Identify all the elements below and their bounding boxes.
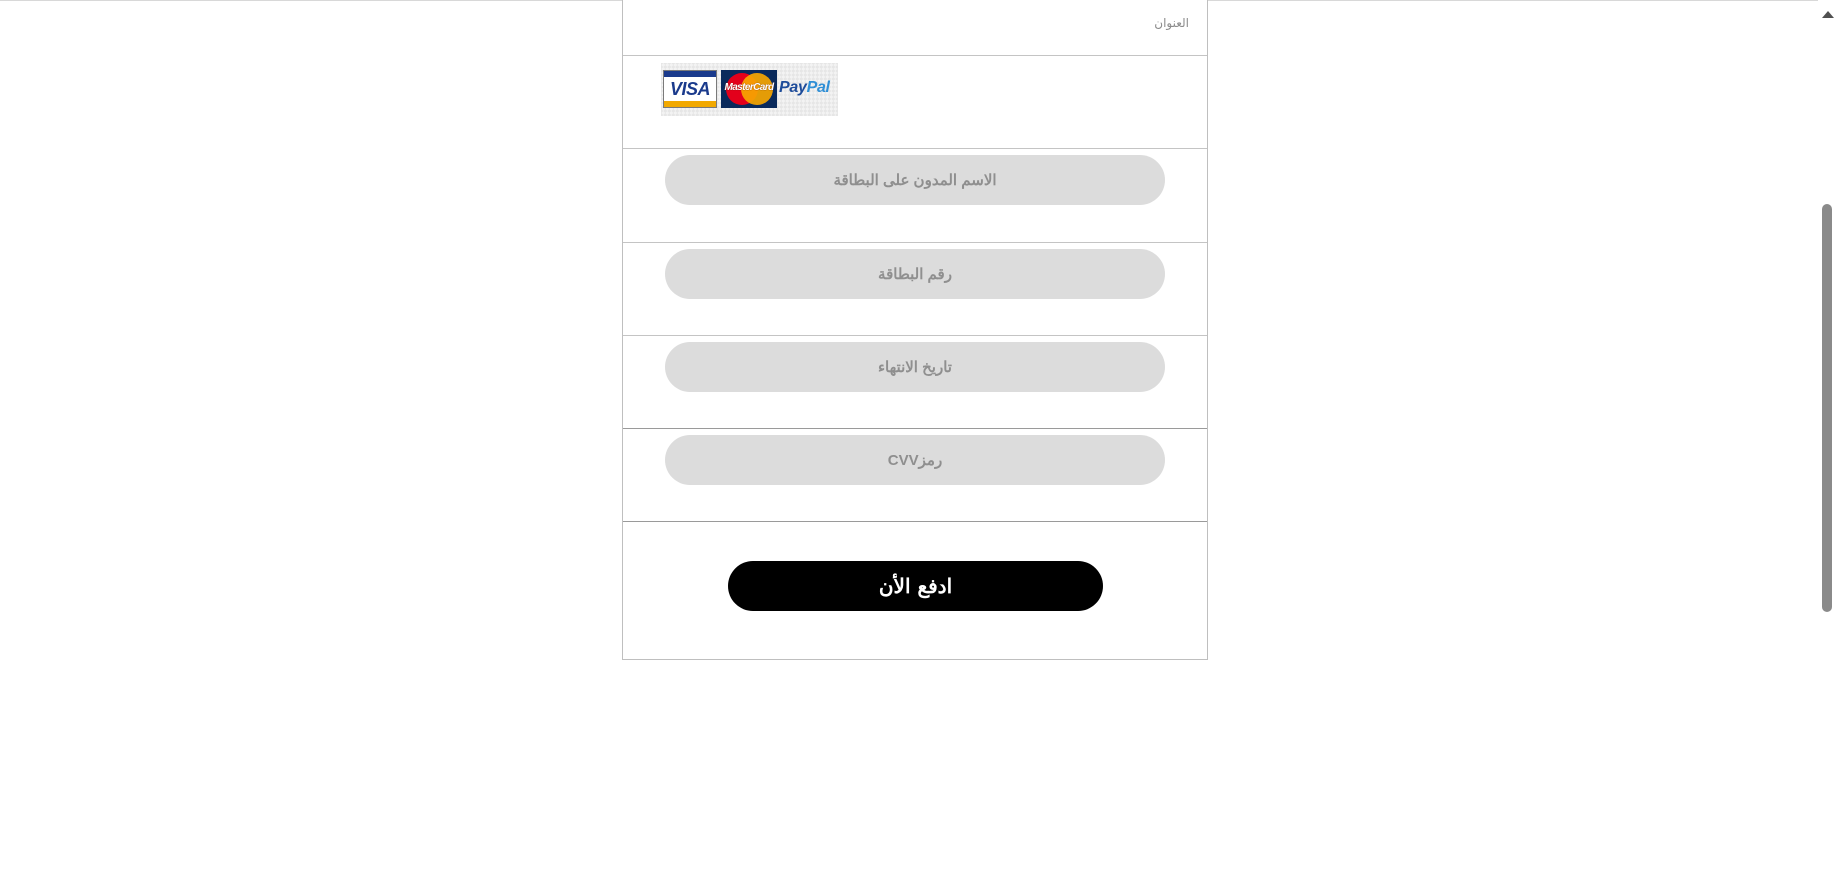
scroll-up-arrow-icon[interactable] (1822, 11, 1834, 18)
expiry-date-input[interactable] (665, 342, 1165, 392)
visa-logo-text: VISA (669, 79, 711, 99)
cardholder-name-row (623, 149, 1207, 243)
paypal-logo-text-pal: Pal (806, 79, 830, 96)
address-label: العنوان (1154, 16, 1189, 30)
submit-row: ادفع الأن (623, 522, 1207, 659)
card-number-row (623, 243, 1207, 336)
mastercard-logo-text: MasterCard (724, 82, 774, 93)
pay-now-button[interactable]: ادفع الأن (728, 561, 1103, 611)
mastercard-logo-icon: MasterCard (721, 70, 777, 108)
cvv-row (623, 429, 1207, 522)
payment-form: العنوان VISA MasterCard PayPal ادفع ال (622, 0, 1208, 660)
paypal-logo-icon: PayPal (779, 73, 837, 103)
vertical-scrollbar[interactable] (1818, 0, 1836, 895)
address-row: العنوان (623, 0, 1207, 56)
payment-methods-row: VISA MasterCard PayPal (623, 56, 1207, 149)
accepted-cards-image: VISA MasterCard PayPal (661, 63, 838, 116)
card-number-input[interactable] (665, 249, 1165, 299)
paypal-logo-text-pay: Pay (779, 79, 807, 96)
cvv-input[interactable] (665, 435, 1165, 485)
expiry-date-row (623, 336, 1207, 429)
visa-logo-icon: VISA (663, 70, 717, 108)
cardholder-name-input[interactable] (665, 155, 1165, 205)
scrollbar-thumb[interactable] (1822, 204, 1832, 612)
